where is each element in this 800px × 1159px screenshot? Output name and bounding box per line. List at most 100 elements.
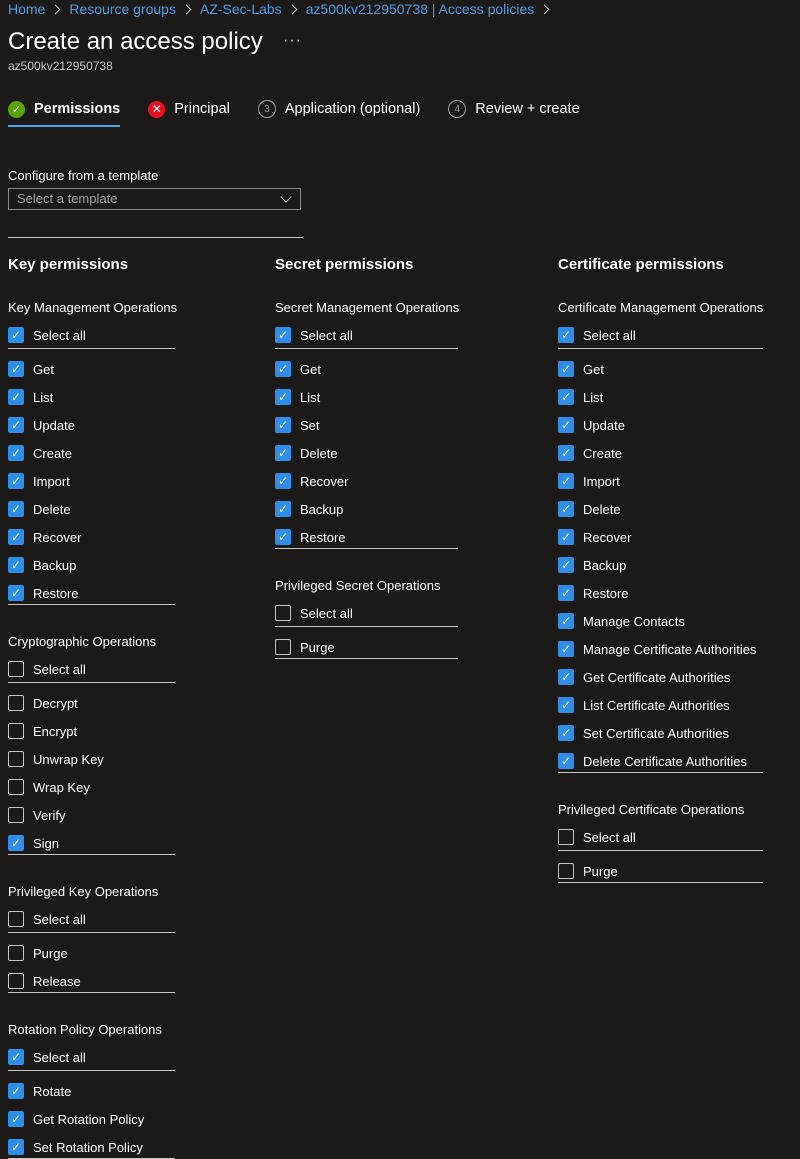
permission-checkbox-backup[interactable]: ✓ Backup bbox=[558, 556, 626, 574]
checkbox-checked-icon[interactable]: ✓ bbox=[275, 501, 291, 517]
checkbox-checked-icon[interactable]: ✓ bbox=[8, 1049, 24, 1065]
checkbox-checked-icon[interactable]: ✓ bbox=[558, 669, 574, 685]
checkbox-checked-icon[interactable]: ✓ bbox=[8, 389, 24, 405]
permission-checkbox-create[interactable]: ✓ Create bbox=[8, 444, 72, 462]
permission-checkbox-get-rotation-policy[interactable]: ✓ Get Rotation Policy bbox=[8, 1110, 144, 1128]
permission-checkbox-import[interactable]: ✓ Import bbox=[8, 472, 70, 490]
checkbox-unchecked-icon[interactable] bbox=[558, 829, 574, 845]
checkbox-checked-icon[interactable]: ✓ bbox=[558, 585, 574, 601]
permission-checkbox-set-rotation-policy[interactable]: ✓ Set Rotation Policy bbox=[8, 1138, 143, 1156]
permission-checkbox-delete-certificate-authorities[interactable]: ✓ Delete Certificate Authorities bbox=[558, 752, 747, 770]
checkbox-checked-icon[interactable]: ✓ bbox=[558, 389, 574, 405]
checkbox-unchecked-icon[interactable] bbox=[8, 723, 24, 739]
checkbox-checked-icon[interactable]: ✓ bbox=[8, 585, 24, 601]
checkbox-checked-icon[interactable]: ✓ bbox=[558, 753, 574, 769]
checkbox-checked-icon[interactable]: ✓ bbox=[558, 327, 574, 343]
permission-checkbox-recover[interactable]: ✓ Recover bbox=[8, 528, 81, 546]
checkbox-checked-icon[interactable]: ✓ bbox=[558, 529, 574, 545]
checkbox-checked-icon[interactable]: ✓ bbox=[558, 417, 574, 433]
checkbox-checked-icon[interactable]: ✓ bbox=[8, 473, 24, 489]
permission-checkbox-purge[interactable]: Purge bbox=[558, 862, 618, 880]
permission-checkbox-delete[interactable]: ✓ Delete bbox=[275, 444, 338, 462]
checkbox-checked-icon[interactable]: ✓ bbox=[8, 835, 24, 851]
permission-checkbox-backup[interactable]: ✓ Backup bbox=[8, 556, 76, 574]
select-all-checkbox[interactable]: ✓ Select all bbox=[8, 326, 86, 344]
permission-checkbox-restore[interactable]: ✓ Restore bbox=[8, 584, 79, 602]
checkbox-checked-icon[interactable]: ✓ bbox=[8, 361, 24, 377]
checkbox-checked-icon[interactable]: ✓ bbox=[275, 529, 291, 545]
tab-principal[interactable]: ✕ Principal bbox=[148, 98, 230, 120]
checkbox-unchecked-icon[interactable] bbox=[8, 661, 24, 677]
checkbox-checked-icon[interactable]: ✓ bbox=[275, 327, 291, 343]
checkbox-unchecked-icon[interactable] bbox=[275, 605, 291, 621]
permission-checkbox-delete[interactable]: ✓ Delete bbox=[558, 500, 621, 518]
checkbox-checked-icon[interactable]: ✓ bbox=[8, 529, 24, 545]
checkbox-checked-icon[interactable]: ✓ bbox=[558, 501, 574, 517]
permission-checkbox-sign[interactable]: ✓ Sign bbox=[8, 834, 59, 852]
checkbox-checked-icon[interactable]: ✓ bbox=[558, 725, 574, 741]
checkbox-checked-icon[interactable]: ✓ bbox=[558, 445, 574, 461]
checkbox-checked-icon[interactable]: ✓ bbox=[275, 445, 291, 461]
checkbox-unchecked-icon[interactable] bbox=[8, 973, 24, 989]
select-all-checkbox[interactable]: Select all bbox=[8, 660, 86, 678]
checkbox-unchecked-icon[interactable] bbox=[558, 863, 574, 879]
permission-checkbox-unwrap-key[interactable]: Unwrap Key bbox=[8, 750, 104, 768]
template-dropdown[interactable]: Select a template bbox=[8, 188, 301, 210]
permission-checkbox-wrap-key[interactable]: Wrap Key bbox=[8, 778, 90, 796]
permission-checkbox-import[interactable]: ✓ Import bbox=[558, 472, 620, 490]
permission-checkbox-get-certificate-authorities[interactable]: ✓ Get Certificate Authorities bbox=[558, 668, 730, 686]
select-all-checkbox[interactable]: ✓ Select all bbox=[558, 326, 636, 344]
checkbox-checked-icon[interactable]: ✓ bbox=[8, 327, 24, 343]
permission-checkbox-get[interactable]: ✓ Get bbox=[558, 360, 604, 378]
permission-checkbox-recover[interactable]: ✓ Recover bbox=[275, 472, 348, 490]
permission-checkbox-list[interactable]: ✓ List bbox=[558, 388, 603, 406]
permission-checkbox-set[interactable]: ✓ Set bbox=[275, 416, 320, 434]
checkbox-unchecked-icon[interactable] bbox=[275, 639, 291, 655]
checkbox-unchecked-icon[interactable] bbox=[8, 911, 24, 927]
checkbox-unchecked-icon[interactable] bbox=[8, 945, 24, 961]
permission-checkbox-purge[interactable]: Purge bbox=[275, 638, 335, 656]
checkbox-unchecked-icon[interactable] bbox=[8, 779, 24, 795]
permission-checkbox-encrypt[interactable]: Encrypt bbox=[8, 722, 77, 740]
permission-checkbox-recover[interactable]: ✓ Recover bbox=[558, 528, 631, 546]
checkbox-checked-icon[interactable]: ✓ bbox=[558, 641, 574, 657]
checkbox-checked-icon[interactable]: ✓ bbox=[275, 473, 291, 489]
checkbox-checked-icon[interactable]: ✓ bbox=[558, 557, 574, 573]
checkbox-unchecked-icon[interactable] bbox=[8, 751, 24, 767]
permission-checkbox-rotate[interactable]: ✓ Rotate bbox=[8, 1082, 71, 1100]
checkbox-checked-icon[interactable]: ✓ bbox=[275, 417, 291, 433]
permission-checkbox-get[interactable]: ✓ Get bbox=[275, 360, 321, 378]
select-all-checkbox[interactable]: Select all bbox=[275, 604, 353, 622]
checkbox-checked-icon[interactable]: ✓ bbox=[8, 1111, 24, 1127]
permission-checkbox-manage-certificate-authorities[interactable]: ✓ Manage Certificate Authorities bbox=[558, 640, 756, 658]
breadcrumb-resource-group-link[interactable]: AZ-Sec-Labs bbox=[200, 1, 282, 17]
tab-review-create[interactable]: 4 Review + create bbox=[448, 98, 580, 120]
permission-checkbox-release[interactable]: Release bbox=[8, 972, 81, 990]
permission-checkbox-list[interactable]: ✓ List bbox=[275, 388, 320, 406]
checkbox-checked-icon[interactable]: ✓ bbox=[558, 697, 574, 713]
permission-checkbox-list[interactable]: ✓ List bbox=[8, 388, 53, 406]
permission-checkbox-update[interactable]: ✓ Update bbox=[8, 416, 75, 434]
permission-checkbox-restore[interactable]: ✓ Restore bbox=[275, 528, 346, 546]
more-options-button[interactable]: ··· bbox=[283, 32, 302, 50]
checkbox-checked-icon[interactable]: ✓ bbox=[558, 473, 574, 489]
permission-checkbox-backup[interactable]: ✓ Backup bbox=[275, 500, 343, 518]
checkbox-checked-icon[interactable]: ✓ bbox=[8, 445, 24, 461]
select-all-checkbox[interactable]: ✓ Select all bbox=[8, 1048, 86, 1066]
permission-checkbox-set-certificate-authorities[interactable]: ✓ Set Certificate Authorities bbox=[558, 724, 729, 742]
checkbox-unchecked-icon[interactable] bbox=[8, 695, 24, 711]
checkbox-checked-icon[interactable]: ✓ bbox=[8, 557, 24, 573]
select-all-checkbox[interactable]: ✓ Select all bbox=[275, 326, 353, 344]
permission-checkbox-restore[interactable]: ✓ Restore bbox=[558, 584, 629, 602]
checkbox-checked-icon[interactable]: ✓ bbox=[8, 1139, 24, 1155]
permission-checkbox-verify[interactable]: Verify bbox=[8, 806, 66, 824]
permission-checkbox-list-certificate-authorities[interactable]: ✓ List Certificate Authorities bbox=[558, 696, 730, 714]
checkbox-checked-icon[interactable]: ✓ bbox=[275, 389, 291, 405]
checkbox-checked-icon[interactable]: ✓ bbox=[8, 501, 24, 517]
select-all-checkbox[interactable]: Select all bbox=[558, 828, 636, 846]
checkbox-checked-icon[interactable]: ✓ bbox=[558, 613, 574, 629]
tab-application[interactable]: 3 Application (optional) bbox=[257, 98, 420, 120]
permission-checkbox-manage-contacts[interactable]: ✓ Manage Contacts bbox=[558, 612, 685, 630]
checkbox-unchecked-icon[interactable] bbox=[8, 807, 24, 823]
breadcrumb-resource-groups-link[interactable]: Resource groups bbox=[69, 1, 176, 17]
